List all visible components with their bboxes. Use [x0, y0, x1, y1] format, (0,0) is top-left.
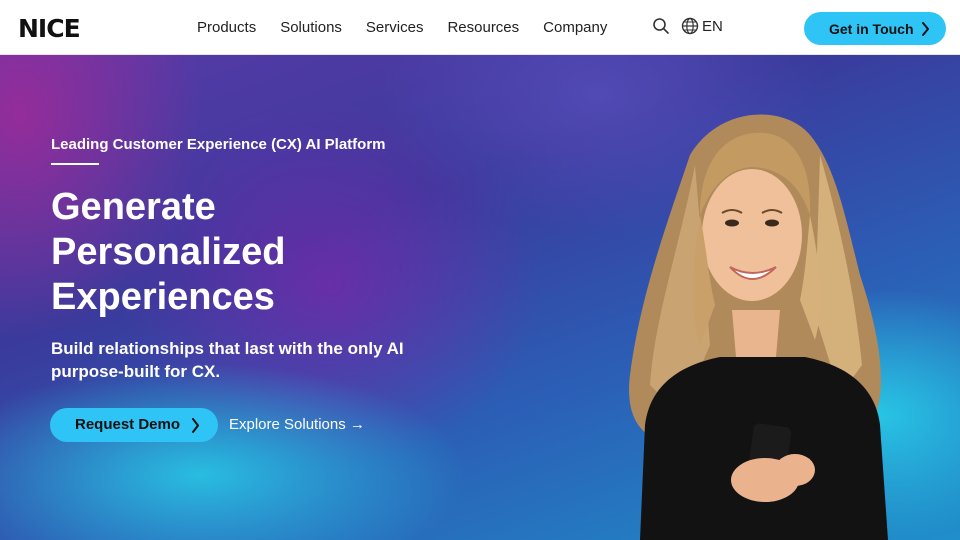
- nav-item-services[interactable]: Services: [366, 18, 424, 38]
- nice-logo[interactable]: NICE: [18, 13, 81, 43]
- hero-headline: Generate Personalized Experiences: [51, 185, 371, 320]
- nav-item-solutions[interactable]: Solutions: [280, 18, 342, 38]
- language-selector[interactable]: EN: [681, 17, 723, 35]
- request-demo-label: Request Demo: [75, 416, 181, 433]
- chevron-right-icon: [191, 418, 200, 437]
- nav-item-company[interactable]: Company: [543, 18, 607, 38]
- headline-line-1: Generate: [51, 186, 216, 228]
- request-demo-button[interactable]: Request Demo: [50, 408, 218, 442]
- chevron-right-icon: [921, 22, 930, 39]
- hero-eyebrow: Leading Customer Experience (CX) AI Plat…: [51, 136, 386, 153]
- logo-text: NICE: [18, 13, 81, 43]
- explore-solutions-link[interactable]: Explore Solutions →: [229, 416, 365, 433]
- site-header: NICE Products Solutions Services Resourc…: [0, 0, 960, 55]
- hero-section: Leading Customer Experience (CX) AI Plat…: [0, 55, 960, 540]
- hero-person-image: [629, 114, 888, 540]
- get-in-touch-label: Get in Touch: [829, 20, 914, 37]
- nav-item-resources[interactable]: Resources: [447, 18, 519, 38]
- headline-line-3: Experiences: [51, 276, 275, 318]
- nav-item-products[interactable]: Products: [197, 18, 256, 38]
- get-in-touch-button[interactable]: Get in Touch: [804, 12, 946, 45]
- headline-line-2: Personalized: [51, 231, 286, 273]
- search-icon[interactable]: [652, 17, 672, 37]
- eyebrow-divider: [51, 163, 99, 165]
- globe-icon: [681, 17, 699, 35]
- main-nav: Products Solutions Services Resources Co…: [197, 18, 631, 38]
- hero-subtext: Build relationships that last with the o…: [51, 339, 404, 381]
- language-label: EN: [702, 17, 723, 35]
